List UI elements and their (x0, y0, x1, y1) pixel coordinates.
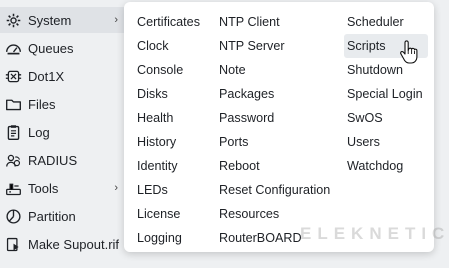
menu-item-health[interactable]: Health (134, 106, 200, 130)
menu-item-disks[interactable]: Disks (134, 82, 200, 106)
menu-item-leds[interactable]: LEDs (134, 178, 200, 202)
sidebar-item-partition[interactable]: Partition (0, 203, 128, 229)
dot1x-icon (4, 67, 22, 85)
watermark: ELEKNETIC (300, 224, 449, 243)
sidebar-item-label: Queues (28, 40, 74, 56)
sidebar-item-label: Partition (28, 208, 76, 224)
log-icon (4, 123, 22, 141)
menu-item-password[interactable]: Password (216, 106, 330, 130)
sidebar-item-label: Log (28, 124, 50, 140)
menu-item-ntp-client[interactable]: NTP Client (216, 10, 330, 34)
submenu-column-3: Scheduler Scripts Shutdown Special Login… (344, 10, 428, 178)
sidebar-item-make-supout[interactable]: Make Supout.rif (0, 231, 128, 257)
system-submenu: Certificates Clock Console Disks Health … (124, 2, 434, 252)
menu-item-console[interactable]: Console (134, 58, 200, 82)
radius-icon (4, 151, 22, 169)
folder-icon (4, 95, 22, 113)
menu-item-ntp-server[interactable]: NTP Server (216, 34, 330, 58)
menu-item-special-login[interactable]: Special Login (344, 82, 428, 106)
supout-icon (4, 235, 22, 253)
sidebar-item-label: Tools (28, 180, 59, 196)
menu-item-packages[interactable]: Packages (216, 82, 330, 106)
menu-item-scheduler[interactable]: Scheduler (344, 10, 428, 34)
sidebar-item-tools[interactable]: Tools › (0, 175, 128, 201)
sidebar-item-system[interactable]: System › (0, 7, 128, 33)
sidebar-item-queues[interactable]: Queues (0, 35, 128, 61)
chevron-right-icon: › (114, 182, 118, 194)
sidebar-item-radius[interactable]: RADIUS (0, 147, 128, 173)
menu-item-users[interactable]: Users (344, 130, 428, 154)
queues-icon (4, 39, 22, 57)
menu-item-note[interactable]: Note (216, 58, 330, 82)
sidebar-item-label: Dot1X (28, 68, 65, 84)
menu-item-reset-configuration[interactable]: Reset Configuration (216, 178, 330, 202)
sidebar-item-files[interactable]: Files (0, 91, 128, 117)
sidebar-item-dot1x[interactable]: Dot1X (0, 63, 128, 89)
hand-cursor-icon (400, 40, 418, 64)
menu-item-clock[interactable]: Clock (134, 34, 200, 58)
menu-item-ports[interactable]: Ports (216, 130, 330, 154)
sidebar-item-label: RADIUS (28, 152, 78, 168)
sidebar-item-label: Make Supout.rif (28, 236, 120, 252)
submenu-column-2: NTP Client NTP Server Note Packages Pass… (216, 10, 330, 250)
partition-icon (4, 207, 22, 225)
sidebar-item-log[interactable]: Log (0, 119, 128, 145)
menu-item-history[interactable]: History (134, 130, 200, 154)
menu-item-identity[interactable]: Identity (134, 154, 200, 178)
menu-item-watchdog[interactable]: Watchdog (344, 154, 428, 178)
menu-item-logging[interactable]: Logging (134, 226, 200, 250)
menu-item-certificates[interactable]: Certificates (134, 10, 200, 34)
tools-icon (4, 179, 22, 197)
menu-item-swos[interactable]: SwOS (344, 106, 428, 130)
menu-item-license[interactable]: License (134, 202, 200, 226)
submenu-column-1: Certificates Clock Console Disks Health … (134, 10, 200, 250)
chevron-right-icon: › (114, 14, 118, 26)
gear-icon (4, 11, 22, 29)
sidebar-item-label: System (28, 12, 72, 28)
sidebar: System › Queues Dot1X Files Log RADIUS T… (0, 0, 140, 268)
menu-item-resources[interactable]: Resources (216, 202, 330, 226)
sidebar-item-label: Files (28, 96, 56, 112)
menu-item-reboot[interactable]: Reboot (216, 154, 330, 178)
